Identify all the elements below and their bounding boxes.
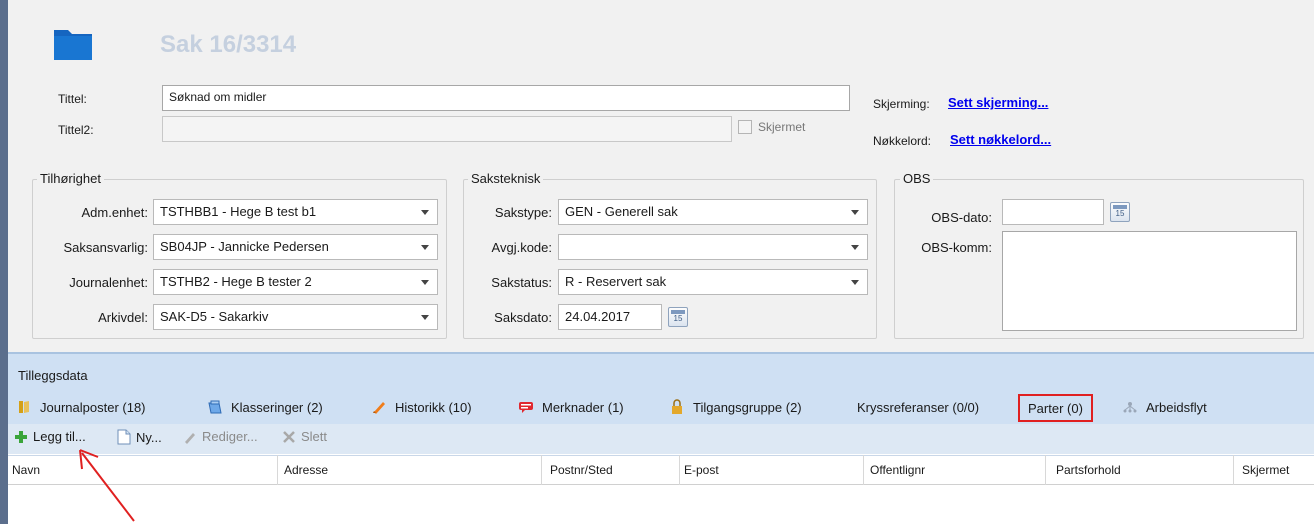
column-header-adresse[interactable]: Adresse	[280, 455, 542, 485]
sakstatus-value: R - Reservert sak	[565, 274, 667, 289]
folder-icon	[54, 30, 92, 60]
tittel2-label: Tittel2:	[58, 123, 94, 137]
column-header-skjermet[interactable]: Skjermet	[1238, 455, 1314, 485]
skjerming-label: Skjerming:	[873, 97, 930, 111]
arkivdel-value: SAK-D5 - Sakarkiv	[160, 309, 269, 324]
rediger-label: Rediger...	[202, 429, 258, 444]
tab-parter[interactable]: Parter (0)	[1018, 394, 1093, 422]
tab-historikk[interactable]: Historikk (10)	[371, 396, 472, 418]
avgjkode-label: Avgj.kode:	[491, 240, 552, 255]
adm-enhet-value: TSTHBB1 - Hege B test b1	[160, 204, 317, 219]
plus-icon	[15, 430, 27, 443]
journalenhet-combo[interactable]: TSTHB2 - Hege B tester 2	[153, 269, 438, 295]
tab-label: Tilgangsgruppe (2)	[693, 399, 802, 415]
history-icon	[373, 402, 385, 414]
journalenhet-label: Journalenhet:	[69, 275, 148, 290]
workflow-icon	[1123, 402, 1137, 413]
saksansvarlig-value: SB04JP - Jannicke Pedersen	[160, 239, 329, 254]
saksdato-calendar-icon[interactable]: 15	[668, 307, 688, 327]
chevron-down-icon	[421, 210, 429, 215]
rediger-button[interactable]: Rediger...	[183, 429, 258, 444]
case-title: Sak 16/3314	[160, 31, 297, 58]
tab-label: Historikk (10)	[395, 399, 472, 415]
saksansvarlig-label: Saksansvarlig:	[63, 240, 148, 255]
tittel-input[interactable]: Søknad om midler	[162, 85, 850, 111]
column-header-epost[interactable]: E-post	[680, 455, 864, 485]
sakstatus-label: Sakstatus:	[491, 275, 552, 290]
chevron-down-icon	[421, 280, 429, 285]
delete-icon	[283, 430, 295, 443]
parter-grid-body	[8, 486, 1314, 524]
arkivdel-combo[interactable]: SAK-D5 - Sakarkiv	[153, 304, 438, 330]
new-document-icon	[117, 429, 131, 445]
tittel2-input[interactable]	[162, 116, 732, 142]
saksdato-label: Saksdato:	[494, 310, 552, 325]
column-header-navn[interactable]: Navn	[8, 455, 278, 485]
skjermet-label: Skjermet	[758, 120, 806, 134]
lock-icon	[672, 399, 682, 414]
classification-icon	[208, 400, 222, 414]
left-edge-bar	[0, 0, 8, 524]
slett-label: Slett	[301, 429, 328, 444]
chevron-down-icon	[851, 245, 859, 250]
tab-journalposter[interactable]: Journalposter (18)	[16, 396, 146, 418]
sakstype-combo[interactable]: GEN - Generell sak	[558, 199, 868, 225]
tab-label: Klasseringer (2)	[231, 399, 323, 415]
chevron-down-icon	[421, 315, 429, 320]
sett-skjerming-link[interactable]: Sett skjerming...	[948, 95, 1048, 110]
chevron-down-icon	[851, 210, 859, 215]
slett-button[interactable]: Slett	[282, 429, 327, 444]
tilhorighet-title: Tilhørighet	[37, 171, 104, 186]
tilleggsdata-title: Tilleggsdata	[18, 368, 88, 383]
tab-label: Journalposter (18)	[40, 399, 146, 415]
avgjkode-combo[interactable]	[558, 234, 868, 260]
chevron-down-icon	[421, 245, 429, 250]
ny-label: Ny...	[136, 429, 162, 445]
saksdato-input[interactable]: 24.04.2017	[558, 304, 662, 330]
obs-komm-label: OBS-komm:	[921, 240, 992, 255]
tab-label: Kryssreferanser (0/0)	[857, 399, 980, 415]
saksansvarlig-combo[interactable]: SB04JP - Jannicke Pedersen	[153, 234, 438, 260]
legg-til-label: Legg til...	[33, 429, 86, 444]
saksteknisk-title: Saksteknisk	[468, 171, 544, 186]
sakstatus-combo[interactable]: R - Reservert sak	[558, 269, 868, 295]
chevron-down-icon	[851, 280, 859, 285]
ny-button[interactable]: Ny...	[117, 429, 162, 445]
obs-title: OBS	[900, 171, 934, 186]
comment-icon	[519, 402, 533, 413]
journalenhet-value: TSTHB2 - Hege B tester 2	[160, 274, 312, 289]
tab-tilgangsgruppe[interactable]: Tilgangsgruppe (2)	[669, 396, 802, 418]
tab-arbeidsflyt[interactable]: Arbeidsflyt	[1122, 396, 1207, 418]
arkivdel-label: Arkivdel:	[98, 310, 148, 325]
sett-nokkelord-link[interactable]: Sett nøkkelord...	[950, 132, 1051, 147]
adm-enhet-combo[interactable]: TSTHBB1 - Hege B test b1	[153, 199, 438, 225]
column-header-partsforhold[interactable]: Partsforhold	[1052, 455, 1234, 485]
tab-merknader[interactable]: Merknader (1)	[518, 396, 624, 418]
adm-enhet-label: Adm.enhet:	[81, 205, 149, 220]
tab-label: Arbeidsflyt	[1146, 399, 1207, 415]
column-header-postnr-sted[interactable]: Postnr/Sted	[546, 455, 680, 485]
obs-dato-calendar-icon[interactable]: 15	[1110, 202, 1130, 222]
tab-klasseringer[interactable]: Klasseringer (2)	[207, 396, 323, 418]
legg-til-button[interactable]: Legg til...	[14, 429, 86, 444]
tab-label: Merknader (1)	[542, 399, 624, 415]
sakstype-value: GEN - Generell sak	[565, 204, 678, 219]
nokkelord-label: Nøkkelord:	[873, 134, 932, 148]
tittel-label: Tittel:	[58, 92, 87, 106]
column-header-offentlignr[interactable]: Offentlignr	[866, 455, 1046, 485]
pencil-icon	[185, 432, 195, 444]
skjermet-checkbox[interactable]	[738, 120, 752, 134]
sakstype-label: Sakstype:	[494, 205, 552, 220]
tab-label: Parter (0)	[1028, 400, 1083, 416]
obs-komm-textarea[interactable]	[1002, 231, 1297, 331]
tab-kryssreferanser[interactable]: Kryssreferanser (0/0)	[857, 396, 979, 418]
journal-icon	[19, 401, 29, 413]
annotation-arrow	[79, 449, 135, 522]
obs-dato-label: OBS-dato:	[931, 210, 992, 225]
obs-dato-input[interactable]	[1002, 199, 1104, 225]
skjermet-checkbox-wrap[interactable]: Skjermet	[738, 120, 805, 134]
